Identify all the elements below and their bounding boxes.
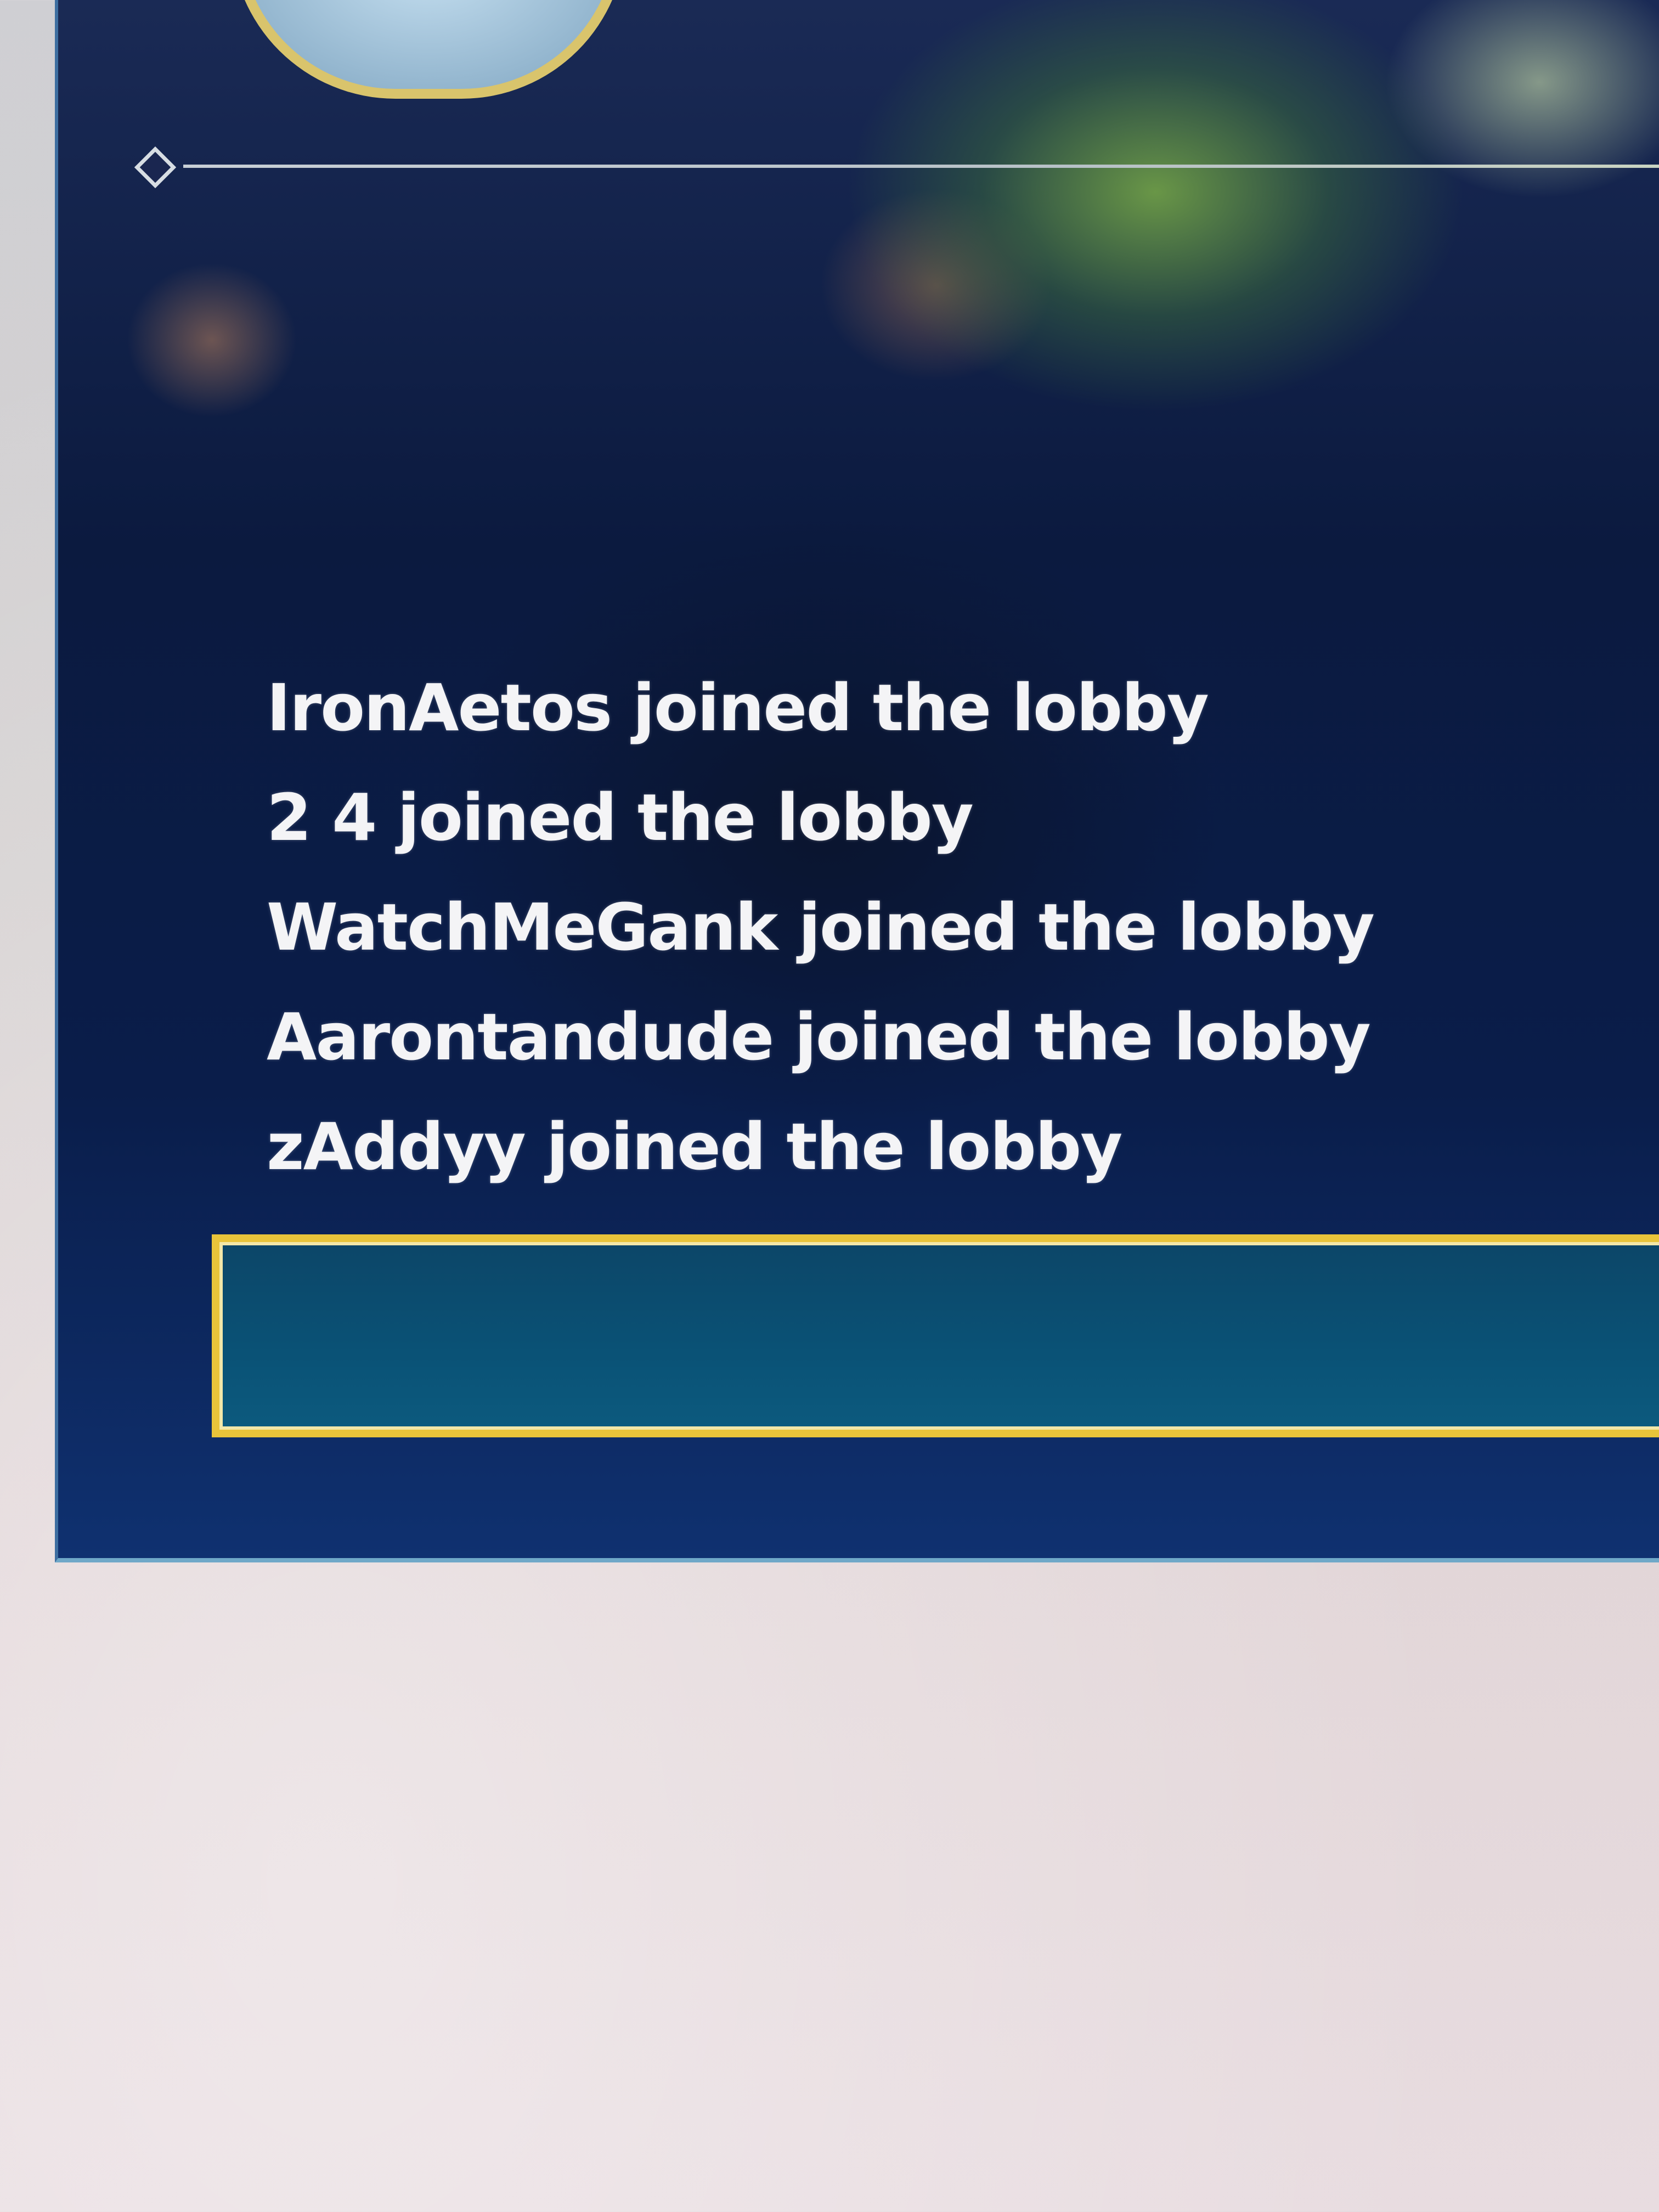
divider [183,165,1659,168]
chat-message: Aarontandude joined the lobby [267,999,1371,1075]
avatar [231,0,626,99]
diamond-icon [134,146,177,189]
chat-message: IronAetos joined the lobby [267,670,1209,746]
chat-message: WatchMeGank joined the lobby [267,889,1375,965]
lobby-chat-panel: IronAetos joined the lobby 2 4 joined th… [55,0,1659,1562]
chat-message: zAddyy joined the lobby [267,1109,1122,1184]
chat-log: IronAetos joined the lobby 2 4 joined th… [267,653,1583,1201]
chat-input[interactable] [212,1234,1659,1437]
chat-message: 2 4 joined the lobby [267,780,974,855]
